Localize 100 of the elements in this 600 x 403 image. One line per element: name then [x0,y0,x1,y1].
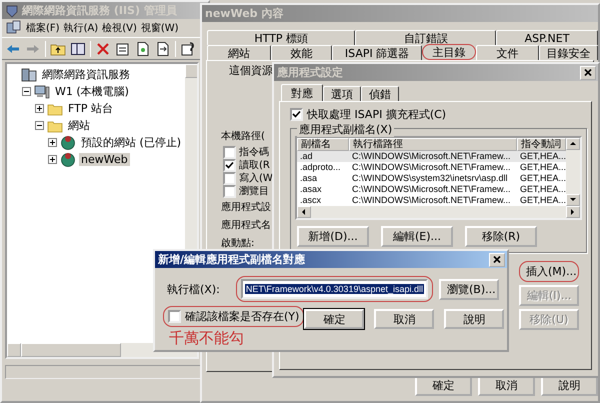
scrollbar[interactable] [566,138,580,206]
menu-item[interactable]: 視窗(W) [140,21,179,35]
tab[interactable]: ISAPI 篩選器 [332,45,422,60]
list-cell-text: .adproto... [299,162,342,173]
list-cell-text: GET,HEA... [519,195,566,206]
field-label: 執行檔(X): [166,282,221,296]
globe-icon [60,152,76,167]
panel-icon[interactable] [70,40,86,56]
list-cell-text: GET,HEA... [519,173,566,184]
menu-item[interactable]: 執行(A) [64,21,98,35]
tree-item[interactable]: 預設的網站 (已停止) [79,135,184,150]
close-button[interactable] [580,66,596,80]
delete-icon[interactable] [95,40,111,56]
tab[interactable]: 文件 [476,45,540,60]
list-view[interactable] [295,136,582,220]
list-row[interactable]: .asa C:\WINDOWS\system32\inetsrv\asp.dll GET,HEA... [297,173,566,184]
side-button[interactable]: 插入(M)... [519,261,579,282]
browse-button[interactable]: 瀏覽(B)... [439,278,499,300]
scrollbar[interactable] [297,206,580,218]
tab[interactable]: 偵錯 [361,86,399,101]
list-cell-text: C:\WINDOWS\Microsoft.NET\Framew... [351,195,512,206]
executable-path-field[interactable]: NET\Framework\v4.0.30319\aspnet_isapi.dll [240,279,428,299]
list-button[interactable]: 新增(D)... [297,226,369,247]
list-cell-text: GET,HEA... [519,162,566,173]
tab[interactable]: 效能 [270,45,332,60]
close-button[interactable] [489,252,505,266]
server-icon [21,68,37,82]
down-arrow-icon [569,196,577,204]
list-cell-text: GET,HEA... [519,184,566,195]
left-arrow-icon [300,208,308,216]
list-cell-text: C:\WINDOWS\system32\inetsrv\asp.dll [351,173,509,184]
dialog-button[interactable]: 確定 [304,309,364,329]
export-icon[interactable] [155,40,171,56]
window-title: 新增/編輯應用程式副檔名對應 [158,252,306,267]
tree-item[interactable]: FTP 站台 [66,101,115,116]
list-cell-text: .ascx [299,195,322,206]
tab[interactable]: 主目錄 [422,44,476,60]
expand-toggle[interactable] [22,87,31,96]
window-title: newWeb 內容 [205,6,284,21]
tab[interactable]: 網站 [207,45,271,60]
list-cell-text: GET,HEA... [519,151,566,162]
column-header[interactable]: 執行檔路徑 [349,138,517,151]
column-header[interactable]: 指令動詞 [517,138,566,151]
list-cell-text: .asa [299,173,318,184]
checkbox-label: 確認該檔案是否存在(Y) [185,309,300,324]
up-arrow-icon [569,140,577,148]
checkbox-label: 讀取(R [239,159,270,172]
tree-item[interactable]: W1 (本機電腦) [53,84,131,99]
list-cell-text: .ad [299,151,314,162]
tab[interactable]: HTTP 標頭 [207,30,356,45]
expand-toggle[interactable] [48,155,57,164]
checkbox[interactable] [290,108,303,121]
close-icon [584,69,592,76]
document-icon[interactable] [135,40,151,56]
app-icon [5,4,19,18]
checkbox-label: 快取處理 ISAPI 擴充程式(C) [307,107,446,122]
close-icon [493,256,501,263]
list-cell-text: C:\WINDOWS\Microsoft.NET\Framew... [351,162,512,173]
checkbox[interactable] [223,172,236,185]
properties-icon[interactable] [115,40,131,56]
computer-icon [34,84,50,98]
console-icon[interactable] [6,20,22,36]
list-cell-text: C:\WINDOWS\Microsoft.NET\Framew... [351,151,512,162]
folder-icon [47,118,63,132]
menu-item[interactable]: 檢視(V) [102,21,137,35]
list-row[interactable]: .ad C:\WINDOWS\Microsoft.NET\Framew... GET,HEA... [297,151,566,162]
help-icon[interactable] [180,40,196,56]
globe-icon [60,135,76,150]
list-button[interactable]: 編輯(E)... [381,226,453,247]
tab[interactable]: 自訂錯誤 [355,30,496,45]
checkbox[interactable] [168,310,181,323]
dialog-button[interactable]: 取消 [374,309,434,329]
checkbox[interactable] [223,159,236,172]
column-header[interactable]: 副檔名 [297,138,349,151]
list-row[interactable]: .asax C:\WINDOWS\Microsoft.NET\Framew... GET,HEA... [297,184,566,195]
start-point-label: 啟動點: [221,237,254,250]
checkbox-label: 瀏覽目 [239,185,269,198]
list-button[interactable]: 移除(R) [465,226,537,247]
app-settings-label: 應用程式設 [221,201,271,214]
tab[interactable]: ASP.NET [496,30,598,45]
tree-item[interactable]: 網際網路資訊服務 [40,67,132,82]
tab[interactable]: 對應 [281,84,323,101]
list-row[interactable]: .ascx C:\WINDOWS\Microsoft.NET\Framew... GET,HEA... [297,195,566,206]
checkbox[interactable] [223,185,236,198]
app-name-label: 應用程式名 [221,219,271,232]
expand-toggle[interactable] [35,104,44,113]
tab[interactable]: 目錄安全 [539,45,598,60]
group-label: 應用程式副檔名(X) [297,122,394,137]
checkbox[interactable] [223,146,236,159]
dialog-button[interactable]: 說明 [444,309,504,329]
expand-toggle[interactable] [35,121,44,130]
tree-item[interactable]: newWeb [79,153,130,166]
tree-item[interactable]: 網站 [66,118,92,133]
tab[interactable]: 選項 [323,86,361,101]
expand-toggle[interactable] [48,138,57,147]
list-cell-text: C:\WINDOWS\Microsoft.NET\Framew... [351,184,512,195]
list-cell-text: .asax [299,184,323,195]
list-row[interactable]: .adproto... C:\WINDOWS\Microsoft.NET\Framew... GET,HEA... [297,162,566,173]
menu-item[interactable]: 檔案(F) [26,21,60,35]
folder-icon [47,102,63,116]
